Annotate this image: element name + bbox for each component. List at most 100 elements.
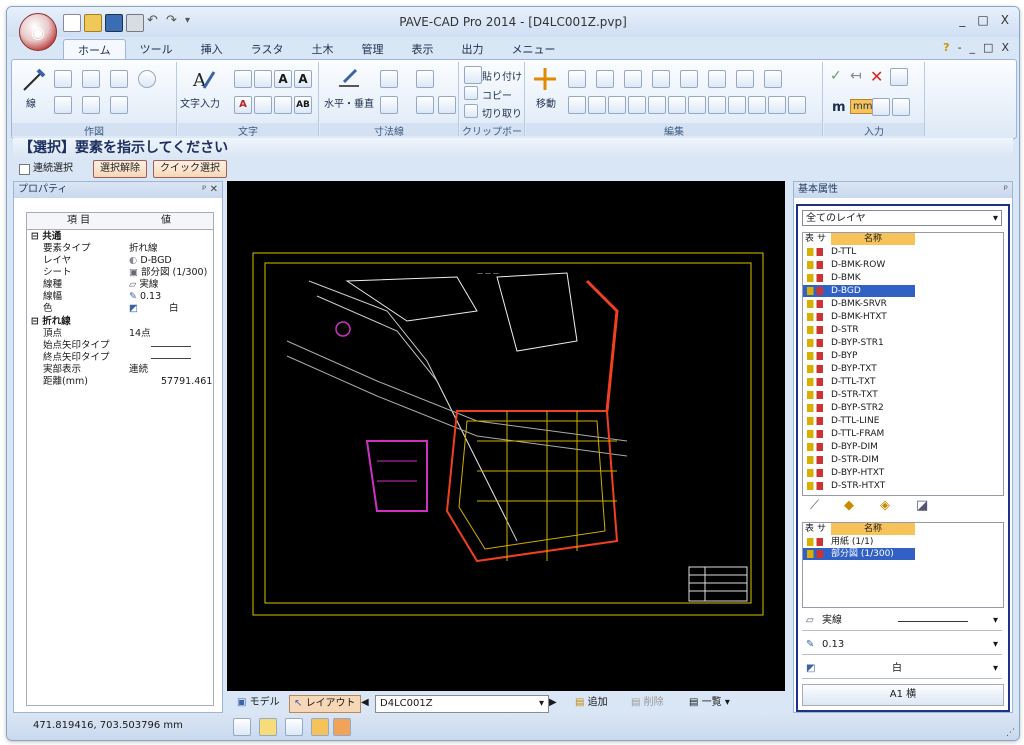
text-input-icon[interactable]: A xyxy=(190,66,216,92)
text-style-icon[interactable]: A xyxy=(294,70,312,88)
layer-visibility-icon[interactable] xyxy=(807,339,823,347)
property-row[interactable]: レイヤ ◐ D-BGD xyxy=(31,255,209,267)
scale-icon[interactable] xyxy=(652,70,670,88)
tab-tools[interactable]: ツール xyxy=(126,39,187,59)
layer-row[interactable]: D-BYP-STR1 xyxy=(803,337,915,349)
layout-tab[interactable]: ↖ レイアウト xyxy=(289,695,361,713)
sheet-list-button[interactable]: ▤ 一覧 ▾ xyxy=(685,695,734,711)
multi-edit-icon[interactable] xyxy=(768,96,786,114)
property-row[interactable]: 始点矢印タイプ xyxy=(31,340,209,352)
ribbon-close-button[interactable]: X xyxy=(1001,41,1009,54)
fillet-icon[interactable] xyxy=(628,96,646,114)
layer-visibility-icon[interactable] xyxy=(807,443,823,451)
tab-manage[interactable]: 管理 xyxy=(347,39,397,59)
dim-leader-icon[interactable] xyxy=(438,96,456,114)
layer-visibility-icon[interactable] xyxy=(807,287,823,295)
layer-row[interactable]: D-STR-HTXT xyxy=(803,480,915,492)
property-row[interactable]: シート ▣ 部分図 (1/300) xyxy=(31,267,209,279)
layer-visibility-icon[interactable] xyxy=(807,482,823,490)
back-icon[interactable]: ↤ xyxy=(850,68,862,84)
properties-icon[interactable] xyxy=(764,70,782,88)
layer-row[interactable]: D-BMK-SRVR xyxy=(803,298,915,310)
unit-m-button[interactable]: m xyxy=(832,100,846,115)
dim-horizontal-icon[interactable] xyxy=(336,66,362,92)
section-common[interactable]: ⊟ 共通 xyxy=(31,231,209,243)
input-settings-icon[interactable] xyxy=(892,98,910,116)
copy-icon[interactable] xyxy=(464,86,478,100)
layer-row[interactable]: D-TTL-FRAM xyxy=(803,428,915,440)
layer-visibility-icon[interactable] xyxy=(807,352,823,360)
layer-row[interactable]: D-BYP-STR2 xyxy=(803,402,915,414)
property-row[interactable]: 線幅 ✎ 0.13 xyxy=(31,291,209,303)
hatch-icon[interactable] xyxy=(82,96,100,114)
pencil-edit-icon[interactable] xyxy=(748,96,766,114)
layer-visibility-icon[interactable] xyxy=(807,417,823,425)
split-icon[interactable] xyxy=(688,96,706,114)
text-box-icon[interactable]: A xyxy=(274,70,292,88)
layer-row[interactable]: D-BYP-HTXT xyxy=(803,467,915,479)
move-icon[interactable] xyxy=(532,66,558,92)
snap-point-icon[interactable] xyxy=(333,718,351,736)
exit-icon[interactable] xyxy=(890,68,908,86)
property-row[interactable]: 終点矢印タイプ xyxy=(31,352,209,364)
layer-row[interactable]: D-BYP-DIM xyxy=(803,441,915,453)
sheet-row[interactable]: 用紙 (1/1) xyxy=(803,536,915,548)
continuous-select-label[interactable]: 連続選択 xyxy=(33,159,73,179)
stretch-icon[interactable] xyxy=(668,96,686,114)
delete-sheet-button[interactable]: ▤ 削除 xyxy=(627,695,668,711)
layer-row[interactable]: D-BMK xyxy=(803,272,915,284)
rect-icon[interactable] xyxy=(54,70,72,88)
drawing-canvas[interactable]: — — — xyxy=(227,181,785,691)
property-row[interactable]: 頂点 14点 xyxy=(31,328,209,340)
cancel-icon[interactable]: ✕ xyxy=(870,67,883,86)
curve-icon[interactable] xyxy=(110,70,128,88)
cursor-icon[interactable] xyxy=(311,718,329,736)
layer-visibility-icon[interactable] xyxy=(807,300,823,308)
circle-icon[interactable] xyxy=(138,70,156,88)
ribbon-minimize-button[interactable]: _ xyxy=(970,41,976,54)
layer-visibility-icon[interactable] xyxy=(807,469,823,477)
property-row[interactable]: 線種 ▱ 実線 xyxy=(31,279,209,291)
layer-row[interactable]: D-STR-DIM xyxy=(803,454,915,466)
paste-label[interactable]: 貼り付け xyxy=(482,68,522,83)
copy-element-icon[interactable] xyxy=(568,70,586,88)
tab-raster[interactable]: ラスタ xyxy=(237,39,298,59)
trim-icon[interactable] xyxy=(568,96,586,114)
layer-filter-select[interactable]: 全てのレイヤ ▾ xyxy=(802,210,1002,226)
tab-insert[interactable]: 挿入 xyxy=(187,39,237,59)
copy-label[interactable]: コピー xyxy=(482,87,512,102)
mirror-icon[interactable] xyxy=(624,70,642,88)
layer-visibility-icon[interactable] xyxy=(807,430,823,438)
tab-view[interactable]: 表示 xyxy=(397,39,447,59)
deselect-button[interactable]: 選択解除 xyxy=(93,160,147,178)
layer-settings-icon[interactable]: ◪ xyxy=(916,498,928,513)
minimize-button[interactable]: _ xyxy=(959,13,965,27)
maximize-button[interactable]: □ xyxy=(977,13,988,27)
sheet-row-selected[interactable]: 部分図 (1/300) xyxy=(803,548,915,560)
sheet-select[interactable]: D4LC001Z ▾ xyxy=(375,695,549,713)
next-sheet-button[interactable]: ▶ xyxy=(545,695,561,711)
property-row[interactable]: 色 ◩ 白 xyxy=(31,303,209,315)
color-select[interactable]: ◩ 白 ▾ xyxy=(802,660,1002,679)
quick-select-button[interactable]: クイック選択 xyxy=(153,160,227,178)
paper-size-button[interactable]: A1 横 xyxy=(802,684,1004,706)
help-dropdown[interactable]: - xyxy=(958,41,962,54)
extend-icon[interactable] xyxy=(588,96,606,114)
property-row[interactable]: 距離(mm) 57791.461 xyxy=(31,376,212,388)
layer-visibility-icon[interactable] xyxy=(807,456,823,464)
join-icon[interactable] xyxy=(708,96,726,114)
lengthen-icon[interactable] xyxy=(728,96,746,114)
array-icon[interactable] xyxy=(736,70,754,88)
application-menu-button[interactable]: ◉ xyxy=(19,13,57,51)
cut-label[interactable]: 切り取り xyxy=(482,105,522,120)
property-row[interactable]: 要素タイプ 折れ線 xyxy=(31,243,209,255)
paste-icon[interactable] xyxy=(464,66,482,84)
clean-icon[interactable] xyxy=(788,96,806,114)
layer-row[interactable]: D-TTL xyxy=(803,246,915,258)
input-scale-icon[interactable] xyxy=(872,98,890,116)
rotate-icon[interactable] xyxy=(596,70,614,88)
help-icon[interactable]: ? xyxy=(943,41,949,54)
layer-row[interactable]: D-BYP-TXT xyxy=(803,363,915,375)
layer-visibility-icon[interactable] xyxy=(807,261,823,269)
layer-add-icon[interactable]: ◆ xyxy=(844,498,854,513)
